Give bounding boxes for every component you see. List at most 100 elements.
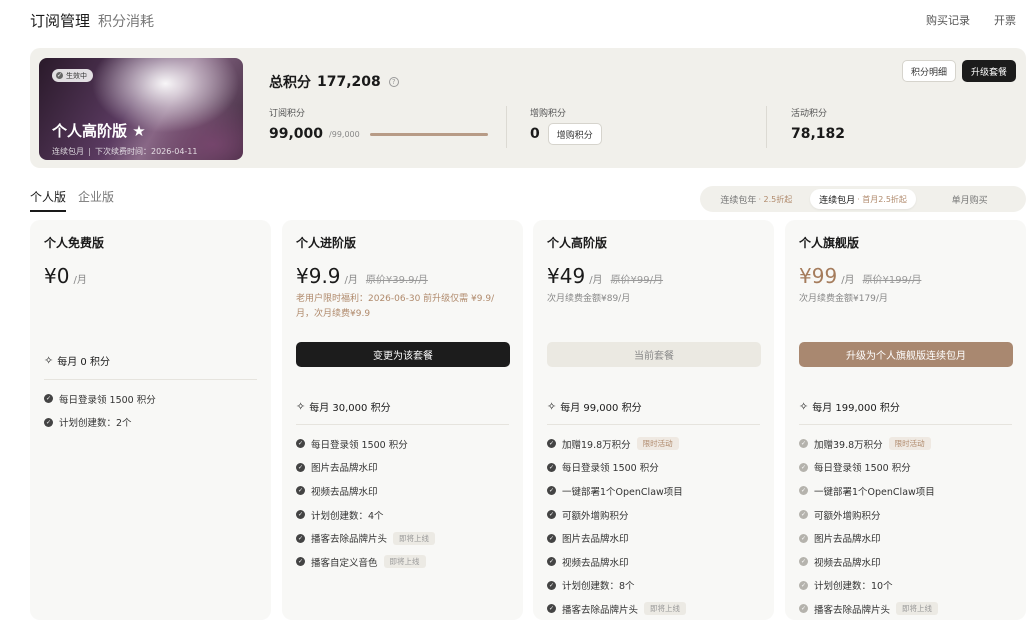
buy-points-button[interactable]: 增购积分 (547, 123, 602, 145)
check-icon: ✓ (547, 557, 556, 567)
billing-option-discount: · 2.5折起 (758, 194, 793, 204)
divider (296, 424, 509, 425)
feature-text: 每日登录领 1500 积分 (814, 463, 911, 475)
plan-card-advanced: 个人进阶版 ¥9.9 /月 原价¥39.9/月 老用户限时福利：2026-06-… (282, 220, 523, 620)
sparkle-icon: ✧ (799, 400, 809, 413)
subscription-points: 订阅积分 99,000 /99,000 (269, 106, 488, 142)
divider (44, 379, 257, 380)
total-points-value: 177,208 (317, 74, 381, 90)
addon-points-value: 0 (530, 126, 540, 142)
check-icon: ✓ (296, 439, 305, 449)
list-item: ✓ 视频去品牌水印 (799, 550, 938, 574)
plan-title: 个人旗舰版 (799, 236, 860, 250)
billing-cycle-switch: 连续包年 · 2.5折起 连续包月 · 首月2.5折起 单月购买 (700, 186, 1026, 212)
sparkle-icon: ✧ (296, 400, 306, 413)
check-icon: ✓ (799, 580, 808, 590)
points-usage-link[interactable]: 积分消耗 (98, 11, 154, 31)
check-icon: ✓ (799, 486, 808, 496)
check-icon: ✓ (547, 439, 556, 449)
feature-text: 每日登录领 1500 积分 (311, 439, 408, 451)
feature-text: 图片去品牌水印 (814, 534, 881, 546)
billing-option-discount: · 首月2.5折起 (857, 194, 907, 204)
check-icon: ✓ (547, 604, 556, 614)
list-item: ✓ 每日登录领 1500 积分 (44, 387, 156, 411)
feature-text: 视频去品牌水印 (814, 557, 881, 569)
addon-points-row: 0 增购积分 (530, 123, 602, 145)
plan-price: ¥49 /月 原价¥99/月 (547, 264, 663, 288)
billing-option-yearly[interactable]: 连续包年 · 2.5折起 (703, 189, 810, 209)
monthly-points: ✧ 每月 99,000 积分 (547, 399, 642, 414)
list-item: ✓ 图片去品牌水印 (799, 526, 938, 550)
original-price: 原价¥99/月 (610, 275, 664, 286)
original-price: 原价¥39.9/月 (365, 275, 428, 286)
billing-option-single-month[interactable]: 单月购买 (916, 189, 1023, 209)
invoice-link[interactable]: 开票 (994, 12, 1016, 28)
billing-option-monthly[interactable]: 连续包月 · 首月2.5折起 (809, 189, 917, 209)
divider (799, 424, 1012, 425)
tab-enterprise[interactable]: 企业版 (78, 188, 114, 212)
divider (547, 424, 760, 425)
activity-points: 活动积分 78,182 (791, 106, 845, 142)
renewal-note: 次月续费金额¥179/月 (799, 294, 888, 304)
current-plan-button: 当前套餐 (547, 342, 761, 367)
list-item: ✓ 每日登录领 1500 积分 (296, 432, 435, 456)
list-item: ✓ 计划创建数：10个 (799, 574, 938, 598)
points-summary-panel: ✓ 生效中 个人高阶版 ★ 连续包月 下次续费时间：2026-04-11 总积分… (30, 48, 1026, 168)
status-text: 生效中 (66, 71, 87, 80)
change-plan-button[interactable]: 变更为该套餐 (296, 342, 510, 367)
check-icon: ✓ (296, 486, 305, 496)
price-amount: ¥9.9 (296, 264, 341, 288)
feature-text: 播客去除品牌片头 (311, 534, 388, 546)
sparkle-icon: ✧ (547, 400, 557, 413)
feature-text: 计划创建数：2个 (59, 418, 132, 430)
addon-points: 增购积分 0 增购积分 (530, 106, 602, 145)
tab-personal[interactable]: 个人版 (30, 188, 67, 212)
check-icon: ✓ (799, 533, 808, 543)
plan-title: 个人免费版 (44, 236, 105, 250)
price-period: /月 (841, 275, 855, 286)
feature-text: 计划创建数：4个 (311, 510, 384, 522)
subscription-progress-bar (369, 132, 488, 136)
limited-offer-tag: 限时活动 (888, 437, 931, 451)
plan-card-free: 个人免费版 ¥0 /月 ✧ 每月 0 积分 ✓ 每日登录领 1500 积分 ✓ 计划… (30, 220, 271, 620)
plan-list: 个人免费版 ¥0 /月 ✧ 每月 0 积分 ✓ 每日登录领 1500 积分 ✓ 计划… (30, 220, 1026, 628)
check-icon: ✓ (296, 533, 305, 543)
list-item: ✓ 每日登录领 1500 积分 (547, 456, 686, 480)
feature-text: 一键部署1个OpenClaw项目 (562, 486, 683, 498)
current-plan-card: ✓ 生效中 个人高阶版 ★ 连续包月 下次续费时间：2026-04-11 (39, 58, 243, 160)
total-points-label: 总积分 (269, 75, 311, 91)
upgrade-flagship-button[interactable]: 升级为个人旗舰版连续包月 (799, 342, 1013, 367)
price-period: /月 (589, 275, 603, 286)
help-icon[interactable]: ? (388, 77, 399, 87)
list-item: ✓ 图片去品牌水印 (547, 526, 686, 550)
coming-soon-tag: 即将上线 (383, 555, 426, 569)
billing-option-label: 连续包月 (819, 195, 856, 206)
coming-soon-tag: 即将上线 (393, 531, 436, 545)
summary-actions: 积分明细 升级套餐 (901, 60, 1016, 82)
price-amount: ¥0 (44, 264, 70, 288)
top-bar: 订阅管理 积分消耗 购买记录 开票 (30, 10, 1016, 32)
edition-tabs: 个人版 企业版 (30, 188, 114, 212)
list-item: ✓ 加赠39.8万积分 限时活动 (799, 432, 938, 456)
list-item: ✓ 计划创建数：8个 (547, 574, 686, 598)
header-links: 购买记录 开票 (926, 12, 1016, 28)
plan-price: ¥9.9 /月 原价¥39.9/月 (296, 264, 428, 288)
purchase-records-link[interactable]: 购买记录 (926, 12, 970, 28)
feature-text: 播客去除品牌片头 (562, 604, 639, 616)
list-item: ✓ 视频去品牌水印 (547, 550, 686, 574)
feature-text: 视频去品牌水印 (311, 486, 378, 498)
points-detail-button[interactable]: 积分明细 (901, 60, 956, 82)
page-title[interactable]: 订阅管理 (30, 10, 90, 31)
list-item: ✓ 每日登录领 1500 积分 (799, 456, 938, 480)
feature-text: 图片去品牌水印 (562, 534, 629, 546)
activity-points-label: 活动积分 (791, 109, 828, 119)
list-item: ✓ 播客去除品牌片头 即将上线 (296, 526, 436, 550)
feature-list: ✓ 加赠39.8万积分 限时活动 ✓ 每日登录领 1500 积分 ✓ 一键部署1个Ope… (799, 432, 939, 620)
feature-text: 可额外增购积分 (562, 510, 629, 522)
upgrade-plan-button[interactable]: 升级套餐 (961, 60, 1016, 82)
feature-text: 播客自定义音色 (311, 557, 378, 569)
check-icon: ✓ (547, 510, 556, 520)
plan-card-flagship: 个人旗舰版 ¥99 /月 原价¥199/月 次月续费金额¥179/月 升级为个人… (785, 220, 1026, 620)
feature-text: 一键部署1个OpenClaw项目 (814, 486, 935, 498)
check-icon: ✓ (44, 394, 53, 404)
